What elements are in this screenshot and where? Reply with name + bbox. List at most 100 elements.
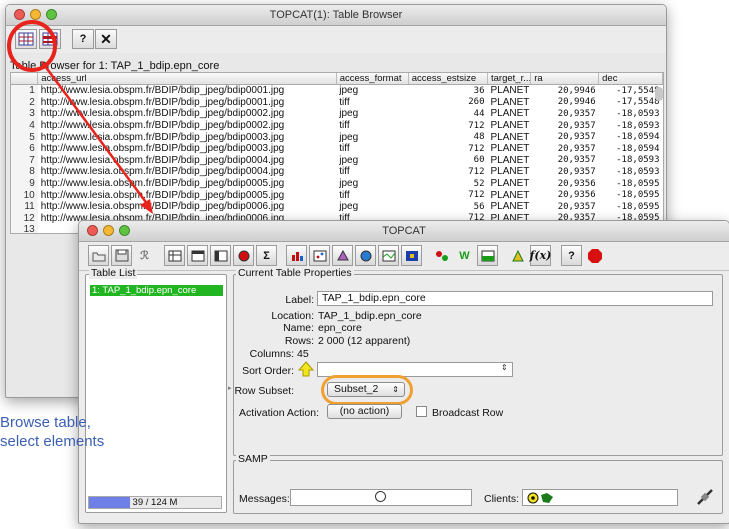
table-cell: -18,0595 [616, 178, 660, 189]
table-list-panel: 1: TAP_1_bdip.epn_core 39 / 124 M [85, 274, 227, 513]
row-number: 9 [11, 177, 38, 190]
histogram-icon[interactable] [286, 245, 307, 266]
close-window-button[interactable] [14, 9, 25, 20]
table-row[interactable]: 8 http://www.lesia.obspm.fr/BDIP/bdip_jpe… [11, 166, 663, 178]
table-cell: http://www.lesia.obspm.fr/BDIP/bdip_jpeg… [40, 85, 285, 97]
close-icon[interactable]: ✕ [95, 29, 117, 49]
table-cell: 20,9357 [557, 155, 596, 166]
table-cell: 712 [468, 166, 485, 177]
table-cell: tiff [339, 189, 350, 201]
broadcast-row-checkbox[interactable] [416, 406, 427, 417]
table-cell: -18,0593 [616, 155, 660, 166]
table-cell: 20,9356 [557, 178, 596, 189]
table-cell: http://www.lesia.obspm.fr/BDIP/bdip_jpeg… [40, 189, 285, 201]
statistics-icon[interactable]: Σ [256, 245, 277, 266]
table-cell: 260 [468, 97, 485, 108]
table-cell: PLANET [490, 96, 530, 108]
table-cell: PLANET [490, 201, 530, 213]
crossmatch-icon[interactable] [431, 245, 452, 266]
zoom-window-button[interactable] [46, 9, 57, 20]
label-field[interactable]: TAP_1_bdip.epn_core [317, 291, 713, 306]
main-window-controls [87, 225, 130, 236]
table-cell: http://www.lesia.obspm.fr/BDIP/bdip_jpeg… [40, 178, 285, 190]
column-header[interactable]: dec [598, 73, 663, 85]
column-metadata-icon[interactable] [210, 245, 231, 266]
subset-highlight-ellipse [321, 375, 413, 405]
zoom-window-button[interactable] [119, 225, 130, 236]
function-icon[interactable]: f(x) [530, 245, 551, 266]
vertical-scrollbar[interactable] [655, 87, 663, 101]
table-cell: http://www.lesia.obspm.fr/BDIP/bdip_jpeg… [40, 166, 285, 178]
sphere-plot-icon[interactable] [355, 245, 376, 266]
help-icon[interactable]: ? [561, 245, 582, 266]
table-cell: 20,9357 [557, 132, 596, 143]
table-cell: -17,5548 [616, 97, 660, 108]
concatenate-icon[interactable] [477, 245, 498, 266]
table-body: 1 http://www.lesia.obspm.fr/BDIP/bdip_jpe… [11, 84, 663, 233]
table-row[interactable]: 3 http://www.lesia.obspm.fr/BDIP/bdip_jpe… [11, 108, 663, 120]
minimize-window-button[interactable] [30, 9, 41, 20]
column-header[interactable]: access_estsize [408, 73, 489, 85]
table-cell: http://www.lesia.obspm.fr/BDIP/bdip_jpeg… [40, 143, 285, 155]
table-row[interactable]: 4 http://www.lesia.obspm.fr/BDIP/bdip_jpe… [11, 119, 663, 132]
minimize-window-button[interactable] [103, 225, 114, 236]
sort-select-arrows-icon: ⇕ [501, 363, 508, 372]
plot2d-icon[interactable] [309, 245, 330, 266]
table-cell: 36 [473, 85, 485, 96]
table-list-item-selected[interactable]: 1: TAP_1_bdip.epn_core [90, 285, 223, 296]
samp-connect-icon[interactable] [695, 487, 715, 510]
table-cell: http://www.lesia.obspm.fr/BDIP/bdip_jpeg… [40, 120, 285, 132]
table-cell: http://www.lesia.obspm.fr/BDIP/bdip_jpeg… [40, 108, 285, 120]
table-row[interactable]: 5 http://www.lesia.obspm.fr/BDIP/bdip_jpe… [11, 131, 663, 143]
split-pane-divider[interactable]: ▸ [228, 384, 232, 392]
browse-table-icon[interactable] [15, 29, 37, 49]
column-header[interactable] [11, 73, 39, 85]
hub-client-icon[interactable] [527, 491, 557, 508]
table-row[interactable]: 7 http://www.lesia.obspm.fr/BDIP/bdip_jpe… [11, 154, 663, 167]
properties-title: Current Table Properties [236, 267, 354, 279]
row-number: 11 [11, 200, 38, 213]
table-row[interactable]: 11 http://www.lesia.obspm.fr/BDIP/bdip_jp… [11, 200, 663, 213]
match-icon[interactable]: W [454, 245, 475, 266]
load-table-icon[interactable] [88, 245, 109, 266]
sort-direction-icon[interactable] [297, 361, 315, 380]
activation-action-button[interactable]: (no action) [327, 404, 402, 419]
activation-icon[interactable] [507, 245, 528, 266]
plot3d-icon[interactable] [332, 245, 353, 266]
column-header[interactable]: ra [530, 73, 600, 85]
table-cell: PLANET [490, 166, 530, 178]
table-cell: -18,0595 [616, 201, 660, 212]
table-cell: 20,9357 [557, 166, 596, 177]
density-plot-icon[interactable] [401, 245, 422, 266]
sort-order-label: Sort Order: [242, 365, 294, 377]
data-table[interactable]: access_url access_format access_estsize tar… [10, 72, 664, 234]
table-row[interactable]: 6 http://www.lesia.obspm.fr/BDIP/bdip_jpe… [11, 142, 663, 155]
columns-label: Columns: [249, 348, 294, 360]
broadcast-icon[interactable]: ℛ [134, 245, 155, 266]
table-row[interactable]: 10 http://www.lesia.obspm.fr/BDIP/bdip_jp… [11, 189, 663, 201]
table-browser-icon[interactable] [164, 245, 185, 266]
table-row[interactable]: 2 http://www.lesia.obspm.fr/BDIP/bdip_jpe… [11, 96, 663, 109]
help-icon[interactable]: ? [72, 29, 94, 49]
row-number: 5 [11, 131, 38, 143]
messages-label: Messages: [239, 493, 290, 505]
column-header[interactable]: target_r... [487, 73, 532, 85]
location-label: Location: [271, 310, 314, 322]
column-header[interactable]: access_url [37, 73, 337, 85]
memory-gauge[interactable]: 39 / 124 M [88, 496, 222, 509]
table-cell: -18,0595 [616, 190, 660, 201]
table-metadata-icon[interactable] [187, 245, 208, 266]
name-label: Name: [283, 322, 314, 334]
save-table-icon[interactable] [111, 245, 132, 266]
table-row[interactable]: 9 http://www.lesia.obspm.fr/BDIP/bdip_jpe… [11, 177, 663, 190]
table-cell: PLANET [490, 120, 530, 132]
column-header[interactable]: access_format [336, 73, 409, 85]
subsets-icon[interactable] [233, 245, 254, 266]
table-row[interactable]: 1 http://www.lesia.obspm.fr/BDIP/bdip_jpe… [11, 84, 663, 97]
subset-table-icon[interactable] [39, 29, 61, 49]
rows-label: Rows: [284, 335, 314, 347]
row-number: 12 [11, 212, 38, 225]
stacked-plot-icon[interactable] [378, 245, 399, 266]
exit-icon[interactable] [584, 245, 605, 266]
close-window-button[interactable] [87, 225, 98, 236]
